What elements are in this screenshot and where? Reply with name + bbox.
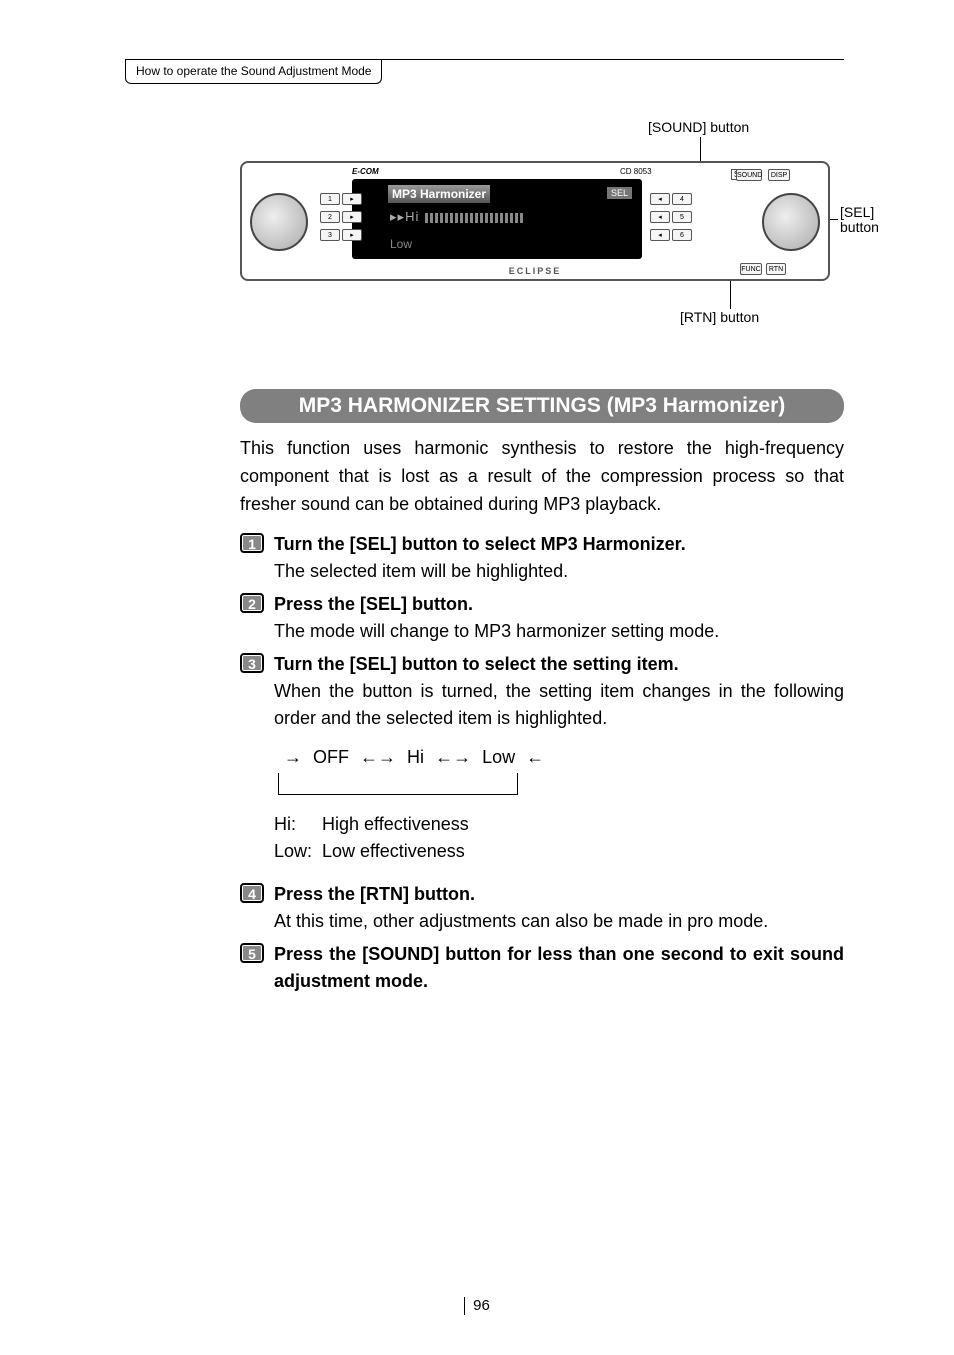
step-text: At this time, other adjustments can also… xyxy=(274,908,844,935)
step-title: Press the [RTN] button. xyxy=(274,881,844,908)
step-text: The mode will change to MP3 harmonizer s… xyxy=(274,618,844,645)
def-low-key: Low: xyxy=(274,838,322,865)
screen-sel-badge: SEL xyxy=(607,187,632,199)
rtn-button: RTN xyxy=(766,263,786,275)
play-3: ▸ xyxy=(342,229,362,241)
definitions: Hi: High effectiveness Low: Low effectiv… xyxy=(274,811,844,865)
back-1: ◂ xyxy=(650,193,670,205)
step-4: 4 Press the [RTN] button. At this time, … xyxy=(240,881,844,935)
step-number: 5 xyxy=(240,943,264,963)
sound-button-label: [SOUND] button xyxy=(648,119,749,135)
breadcrumb: How to operate the Sound Adjustment Mode xyxy=(125,60,382,84)
cycle-low: Low xyxy=(482,747,515,767)
step-3: 3 Turn the [SEL] button to select the se… xyxy=(240,651,844,875)
cycle-off: OFF xyxy=(313,747,349,767)
cycle-hi: Hi xyxy=(407,747,424,767)
func-button: FUNC xyxy=(740,263,762,275)
step-2: 2 Press the [SEL] button. The mode will … xyxy=(240,591,844,645)
step-title: Press the [SOUND] button for less than o… xyxy=(274,941,844,995)
ecom-logo: E-COM xyxy=(352,167,379,176)
step-5: 5 Press the [SOUND] button for less than… xyxy=(240,941,844,995)
preset-5: 5 xyxy=(672,211,692,223)
lcd-screen: MP3 Harmonizer SEL ▸▸Hi Low xyxy=(352,179,642,259)
page-number: 96 xyxy=(0,1297,954,1315)
step-title: Turn the [SEL] button to select the sett… xyxy=(274,651,844,678)
play-1: ▸ xyxy=(342,193,362,205)
def-low-val: Low effectiveness xyxy=(322,838,465,865)
back-2: ◂ xyxy=(650,211,670,223)
step-number: 4 xyxy=(240,883,264,903)
screen-title: MP3 Harmonizer xyxy=(388,185,490,203)
step-number: 1 xyxy=(240,533,264,553)
intro-text: This function uses harmonic synthesis to… xyxy=(240,435,844,519)
step-title: Press the [SEL] button. xyxy=(274,591,844,618)
screen-hi-row: ▸▸Hi xyxy=(390,209,525,225)
car-stereo-faceplate: E-COM CD 8053 SEL MP3 Harmonizer SEL ▸▸H… xyxy=(240,161,830,281)
disp-button: DISP xyxy=(768,169,790,181)
sel-knob xyxy=(762,193,820,251)
preset-1: 1 xyxy=(320,193,340,205)
preset-2: 2 xyxy=(320,211,340,223)
step-text: The selected item will be highlighted. xyxy=(274,558,844,585)
step-number: 3 xyxy=(240,653,264,673)
model-label: CD 8053 xyxy=(620,167,652,176)
def-hi-key: Hi: xyxy=(274,811,322,838)
step-1: 1 Turn the [SEL] button to select MP3 Ha… xyxy=(240,531,844,585)
def-hi-val: High effectiveness xyxy=(322,811,469,838)
step-number: 2 xyxy=(240,593,264,613)
sound-button: SOUND xyxy=(736,169,762,181)
rtn-button-label: [RTN] button xyxy=(680,309,759,325)
eclipse-logo: ECLIPSE xyxy=(509,266,562,276)
preset-4: 4 xyxy=(672,193,692,205)
preset-3: 3 xyxy=(320,229,340,241)
volume-knob xyxy=(250,193,308,251)
back-3: ◂ xyxy=(650,229,670,241)
screen-low-row: Low xyxy=(390,237,412,251)
play-2: ▸ xyxy=(342,211,362,223)
device-diagram: [SOUND] button [SEL]button [RTN] button … xyxy=(240,139,844,359)
sel-button-label: [SEL]button xyxy=(840,205,879,236)
cycle-diagram: → OFF ←→ Hi ←→ Low ← xyxy=(278,744,844,795)
section-title: MP3 HARMONIZER SETTINGS (MP3 Harmonizer) xyxy=(240,389,844,423)
preset-6: 6 xyxy=(672,229,692,241)
step-title: Turn the [SEL] button to select MP3 Harm… xyxy=(274,531,844,558)
step-text: When the button is turned, the setting i… xyxy=(274,678,844,732)
